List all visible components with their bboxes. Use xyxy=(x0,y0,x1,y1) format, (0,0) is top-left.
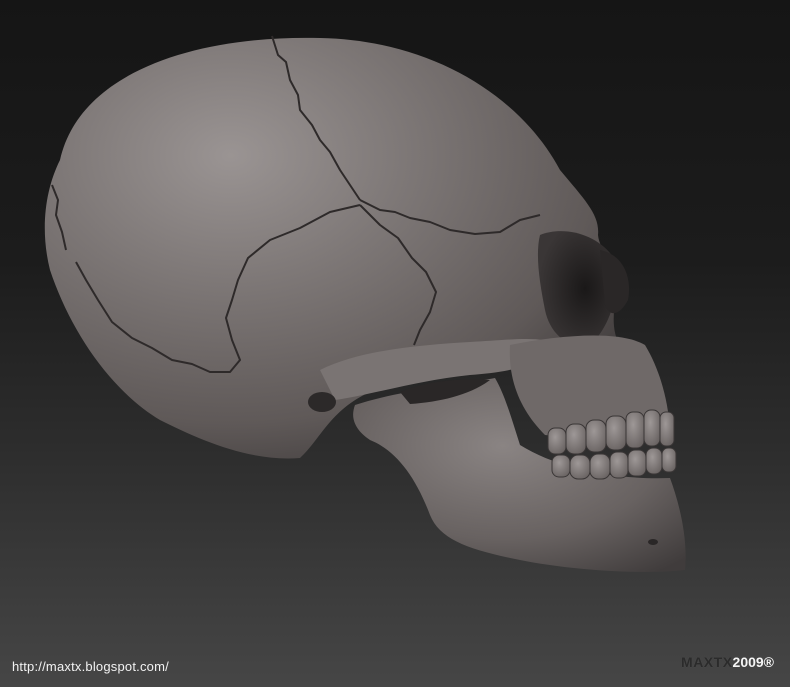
tooth xyxy=(645,447,663,475)
ear-canal xyxy=(308,392,336,412)
artist-signature: MAXTX2009® xyxy=(681,654,774,670)
skull-render xyxy=(44,35,686,572)
tooth xyxy=(605,415,627,451)
signature-year: 2009® xyxy=(732,654,774,670)
tooth xyxy=(659,411,675,447)
tooth xyxy=(585,419,607,453)
tooth xyxy=(609,451,629,479)
tooth xyxy=(627,449,647,477)
tooth xyxy=(625,411,645,449)
tooth xyxy=(589,453,611,480)
tooth xyxy=(569,454,591,480)
mental-foramen xyxy=(648,539,658,545)
signature-brand: MAXTX xyxy=(681,654,733,670)
website-url: http://maxtx.blogspot.com/ xyxy=(12,659,169,674)
tooth xyxy=(547,427,567,455)
tooth xyxy=(643,409,661,447)
tooth xyxy=(551,454,571,478)
tooth xyxy=(661,447,677,473)
tooth xyxy=(565,423,587,455)
